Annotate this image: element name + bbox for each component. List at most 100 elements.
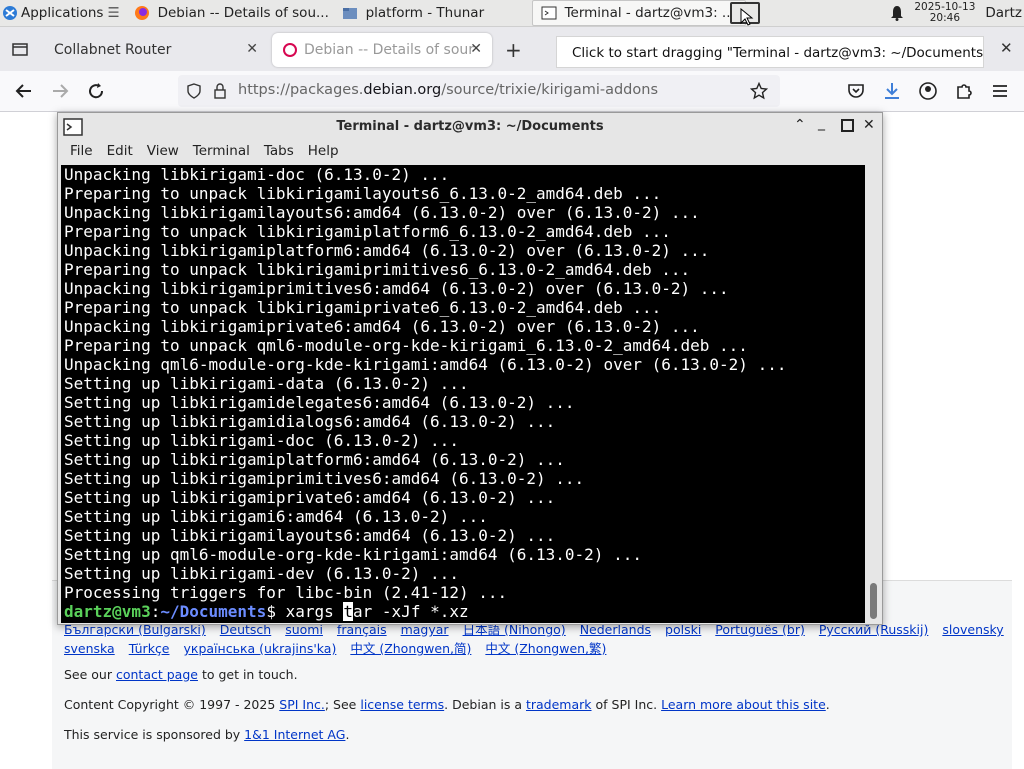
copyright-paragraph: Content Copyright © 1997 - 2025 SPI Inc.… xyxy=(64,697,830,712)
tab-debian-details[interactable]: Debian -- Details of sourc ✕ xyxy=(272,33,492,67)
reload-icon[interactable] xyxy=(86,81,106,101)
bookmark-star-icon[interactable] xyxy=(750,82,768,100)
xfce-logo-icon xyxy=(3,6,17,20)
terminal-line: Setting up libkirigamilayouts6:amd64 (6.… xyxy=(64,526,556,545)
sponsor-text: This service is sponsored by xyxy=(64,727,245,742)
terminal-prompt-line: dartz@vm3:~/Documents$ xargs tar -xJf *.… xyxy=(64,602,786,621)
prompt-user: dartz@vm3 xyxy=(64,602,151,621)
language-link[interactable]: 中文 (Zhongwen,繁) xyxy=(485,641,606,656)
drag-tooltip: Click to start dragging "Terminal - dart… xyxy=(556,36,984,68)
language-link[interactable]: українська (ukrajins'ka) xyxy=(184,641,337,656)
terminal-line: Setting up libkirigami-doc (6.13.0-2) ..… xyxy=(64,431,459,450)
text-cursor: t xyxy=(343,602,354,621)
contact-page-link[interactable]: contact page xyxy=(116,667,198,682)
workspace-switcher-button[interactable] xyxy=(730,2,760,26)
window-close-icon[interactable]: ✕ xyxy=(863,117,875,133)
window-minimize-icon[interactable]: _ xyxy=(818,115,825,131)
period-text: . xyxy=(825,697,830,712)
downloads-icon[interactable] xyxy=(882,81,902,101)
forward-arrow-icon[interactable] xyxy=(50,81,70,101)
tab-close-icon[interactable]: ✕ xyxy=(470,41,482,57)
applications-menu[interactable]: Applications ☰ xyxy=(0,0,124,26)
taskbar-item-firefox[interactable]: Debian -- Details of sou... xyxy=(126,1,332,25)
license-terms-link[interactable]: license terms xyxy=(360,697,444,712)
contact-text: See our xyxy=(64,667,116,682)
taskbar-item-label: Terminal - dartz@vm3: ... xyxy=(564,5,735,21)
terminal-line: Preparing to unpack libkirigamiprimitive… xyxy=(64,260,691,279)
clock[interactable]: 2025-10-13 20:46 xyxy=(914,2,975,24)
language-row-2: svenska Türkçe українська (ukrajins'ka) 中文 … xyxy=(64,638,1024,657)
close-window-icon[interactable]: ✕ xyxy=(1000,39,1013,57)
copyright-text: Content Copyright © 1997 - 2025 xyxy=(64,697,280,712)
spi-link[interactable]: SPI Inc. xyxy=(279,697,325,712)
terminal-line: Setting up libkirigamidelegates6:amd64 (… xyxy=(64,393,575,412)
pocket-icon[interactable] xyxy=(846,81,866,101)
terminal-line: Processing triggers for libc-bin (2.41-1… xyxy=(64,583,508,602)
top-panel: Applications ☰ Debian -- Details of sou.… xyxy=(0,0,1024,27)
terminal-line: Preparing to unpack qml6-module-org-kde-… xyxy=(64,336,748,355)
window-collapse-icon[interactable]: ⌃ xyxy=(794,117,806,133)
taskbar-item-label: Debian -- Details of sou... xyxy=(157,5,329,21)
hamburger-menu-icon[interactable] xyxy=(990,81,1010,101)
mouse-cursor-icon xyxy=(740,8,754,26)
back-arrow-icon[interactable] xyxy=(14,81,34,101)
prompt-path: ~/Documents xyxy=(160,602,267,621)
shield-icon[interactable] xyxy=(186,83,202,99)
terminal-line: Unpacking libkirigami-doc (6.13.0-2) ... xyxy=(64,165,450,184)
user-menu[interactable]: Dartz xyxy=(985,5,1022,21)
sponsor-end-text: . xyxy=(345,727,350,742)
folder-icon xyxy=(342,8,357,19)
window-maximize-icon[interactable] xyxy=(841,119,854,132)
trademark-link[interactable]: trademark xyxy=(526,697,592,712)
terminal-title[interactable]: Terminal - dartz@vm3: ~/Documents xyxy=(58,113,882,141)
sponsor-link[interactable]: 1&1 Internet AG xyxy=(244,727,345,742)
terminal-menubar: File Edit View Terminal Tabs Help xyxy=(58,143,341,165)
menu-file[interactable]: File xyxy=(70,143,93,165)
debian-is-text: . Debian is a xyxy=(444,697,526,712)
applications-separator-icon: ☰ xyxy=(107,5,120,21)
menu-help[interactable]: Help xyxy=(308,143,339,165)
command-text: xargs xyxy=(285,602,344,621)
taskbar-item-terminal[interactable]: Terminal - dartz@vm3: ... xyxy=(531,0,746,26)
terminal-line: Unpacking libkirigamiprivate6:amd64 (6.1… xyxy=(64,317,700,336)
terminal-output[interactable]: Unpacking libkirigami-doc (6.13.0-2) ...… xyxy=(61,165,865,623)
extensions-icon[interactable] xyxy=(954,81,974,101)
terminal-line: Setting up qml6-module-org-kde-kirigami:… xyxy=(64,545,642,564)
tab-overview-icon[interactable] xyxy=(11,40,29,58)
terminal-line: Setting up libkirigamiprimitives6:amd64 … xyxy=(64,469,585,488)
menu-tabs[interactable]: Tabs xyxy=(264,143,294,165)
menu-edit[interactable]: Edit xyxy=(107,143,133,165)
language-link[interactable]: slovensky xyxy=(942,622,1003,637)
url-prefix: https://packages. xyxy=(238,82,364,98)
language-link[interactable]: 中文 (Zhongwen,简) xyxy=(350,641,471,656)
terminal-text: Unpacking libkirigami-doc (6.13.0-2) ...… xyxy=(64,165,786,621)
contact-paragraph: See our contact page to get in touch. xyxy=(64,667,298,682)
language-link[interactable]: Türkçe xyxy=(129,641,170,656)
scrollbar-thumb[interactable] xyxy=(870,583,877,619)
terminal-line: Preparing to unpack libkirigamiprivate6_… xyxy=(64,298,662,317)
notification-bell-icon[interactable] xyxy=(890,5,904,21)
terminal-window[interactable]: Terminal - dartz@vm3: ~/Documents ⌃ _ ✕ … xyxy=(57,112,883,625)
learn-more-link[interactable]: Learn more about this site xyxy=(661,697,826,712)
terminal-line: Setting up libkirigamiplatform6:amd64 (6… xyxy=(64,450,565,469)
lock-icon[interactable] xyxy=(212,83,228,99)
terminal-scrollbar[interactable] xyxy=(866,165,882,623)
taskbar-item-label: platform - Thunar xyxy=(365,5,485,21)
menu-terminal[interactable]: Terminal xyxy=(193,143,250,165)
firefox-icon xyxy=(134,6,149,20)
new-tab-button[interactable]: + xyxy=(505,38,522,62)
language-link[interactable]: svenska xyxy=(64,641,115,656)
tab-close-icon[interactable]: ✕ xyxy=(246,41,258,57)
terminal-line: Setting up libkirigamiprivate6:amd64 (6.… xyxy=(64,488,556,507)
terminal-icon xyxy=(541,6,557,20)
menu-view[interactable]: View xyxy=(147,143,179,165)
navigation-toolbar: https://packages.debian.org/source/trixi… xyxy=(0,71,1024,112)
account-icon[interactable] xyxy=(918,81,938,101)
terminal-line: Unpacking libkirigamiprimitives6:amd64 (… xyxy=(64,279,729,298)
taskbar-item-thunar[interactable]: platform - Thunar xyxy=(334,1,530,25)
address-bar[interactable]: https://packages.debian.org/source/trixi… xyxy=(178,75,780,107)
command-text-rest: ar -xJf *.xz xyxy=(353,602,469,621)
tab-collabnet-router[interactable]: Collabnet Router ✕ xyxy=(44,33,268,67)
terminal-line: Preparing to unpack libkirigamilayouts6_… xyxy=(64,184,662,203)
url-domain: debian.org xyxy=(363,82,442,98)
